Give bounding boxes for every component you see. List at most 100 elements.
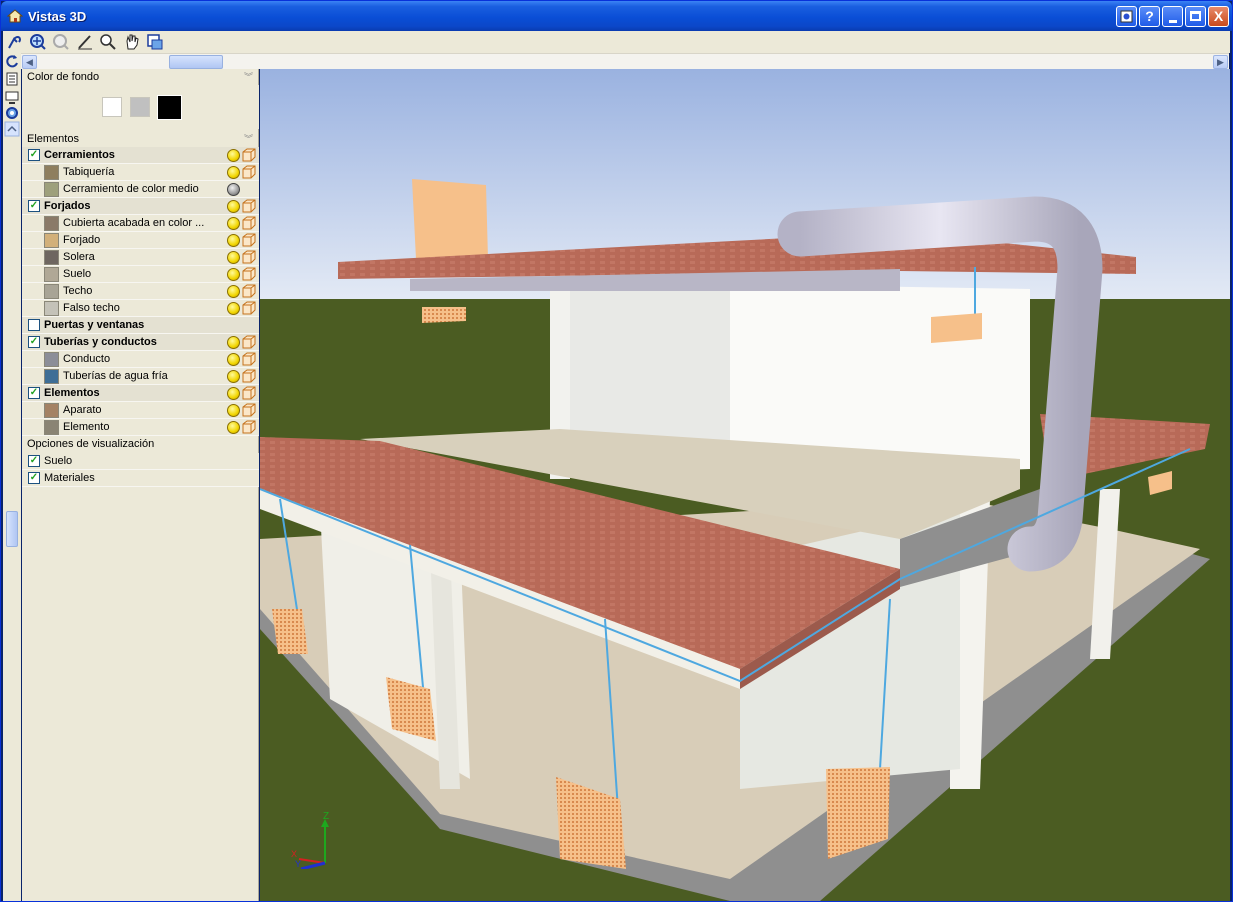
option-row-suelo[interactable]: ✓ Suelo bbox=[22, 453, 259, 470]
checkbox[interactable]: ✓ bbox=[28, 200, 40, 212]
visibility-bulb-icon[interactable] bbox=[227, 302, 240, 315]
title-bar[interactable]: Vistas 3D ? X bbox=[1, 1, 1232, 31]
background-color-header[interactable]: Color de fondo ︾ bbox=[22, 69, 259, 85]
swatch-white[interactable] bbox=[102, 97, 122, 117]
horizontal-scroll-thumb[interactable] bbox=[169, 55, 223, 69]
transparency-cube-icon[interactable] bbox=[242, 301, 256, 315]
element-row[interactable]: Elemento bbox=[22, 419, 259, 436]
settings-gear-icon[interactable] bbox=[4, 105, 20, 121]
element-row[interactable]: Tuberías de agua fría bbox=[22, 368, 259, 385]
transparency-cube-icon[interactable] bbox=[242, 199, 256, 213]
transparency-cube-icon[interactable] bbox=[242, 267, 256, 281]
horizontal-scrollbar[interactable]: ◀ ▶ bbox=[21, 53, 1229, 69]
visibility-bulb-icon[interactable] bbox=[227, 166, 240, 179]
group-row[interactable]: ✓ Cerramientos bbox=[22, 147, 259, 164]
element-row[interactable]: Tabiquería bbox=[22, 164, 259, 181]
group-row[interactable]: Puertas y ventanas bbox=[22, 317, 259, 334]
transparency-cube-icon[interactable] bbox=[242, 352, 256, 366]
color-swatch[interactable] bbox=[44, 403, 59, 418]
element-row[interactable]: Cubierta acabada en color ... bbox=[22, 215, 259, 232]
color-swatch[interactable] bbox=[44, 301, 59, 316]
minimize-button[interactable] bbox=[1162, 6, 1183, 27]
help-book-button[interactable] bbox=[1116, 6, 1137, 27]
element-row[interactable]: Falso techo bbox=[22, 300, 259, 317]
transparency-cube-icon[interactable] bbox=[242, 420, 256, 434]
color-swatch[interactable] bbox=[44, 369, 59, 384]
visibility-bulb-icon[interactable] bbox=[227, 183, 240, 196]
visibility-bulb-icon[interactable] bbox=[227, 336, 240, 349]
group-row[interactable]: ✓ Elementos bbox=[22, 385, 259, 402]
group-row[interactable]: ✓ Forjados bbox=[22, 198, 259, 215]
color-swatch[interactable] bbox=[44, 352, 59, 367]
checkbox[interactable]: ✓ bbox=[28, 472, 40, 484]
color-swatch[interactable] bbox=[44, 216, 59, 231]
elements-header[interactable]: Elementos ︾ bbox=[22, 131, 259, 147]
visibility-bulb-icon[interactable] bbox=[227, 421, 240, 434]
visibility-bulb-icon[interactable] bbox=[227, 200, 240, 213]
color-swatch[interactable] bbox=[44, 250, 59, 265]
checkbox[interactable]: ✓ bbox=[28, 149, 40, 161]
visibility-bulb-icon[interactable] bbox=[227, 268, 240, 281]
transparency-cube-icon[interactable] bbox=[242, 233, 256, 247]
collapse-chevron-icon[interactable]: ︾ bbox=[244, 69, 253, 85]
checkbox[interactable]: ✓ bbox=[28, 455, 40, 467]
option-row-materiales[interactable]: ✓ Materiales bbox=[22, 470, 259, 487]
checkbox[interactable] bbox=[28, 319, 40, 331]
transparency-cube-icon[interactable] bbox=[242, 386, 256, 400]
checkbox[interactable]: ✓ bbox=[28, 336, 40, 348]
checkbox[interactable]: ✓ bbox=[28, 387, 40, 399]
color-swatch[interactable] bbox=[44, 420, 59, 435]
views-icon[interactable] bbox=[146, 33, 164, 51]
element-row[interactable]: Cerramiento de color medio bbox=[22, 181, 259, 198]
element-row[interactable]: Conducto bbox=[22, 351, 259, 368]
color-swatch[interactable] bbox=[44, 165, 59, 180]
transparency-cube-icon[interactable] bbox=[242, 250, 256, 264]
visibility-bulb-icon[interactable] bbox=[227, 387, 240, 400]
transparency-cube-icon[interactable] bbox=[242, 284, 256, 298]
element-row[interactable]: Aparato bbox=[22, 402, 259, 419]
element-row[interactable]: Suelo bbox=[22, 266, 259, 283]
help-button[interactable]: ? bbox=[1139, 6, 1160, 27]
visibility-bulb-icon[interactable] bbox=[227, 234, 240, 247]
scroll-left-icon[interactable]: ◀ bbox=[22, 55, 37, 69]
edit-icon[interactable] bbox=[76, 33, 94, 51]
transparency-cube-icon[interactable] bbox=[242, 369, 256, 383]
maximize-button[interactable] bbox=[1185, 6, 1206, 27]
transparency-cube-icon[interactable] bbox=[242, 148, 256, 162]
close-button[interactable]: X bbox=[1208, 6, 1229, 27]
group-row[interactable]: ✓ Tuberías y conductos bbox=[22, 334, 259, 351]
element-row[interactable]: Forjado bbox=[22, 232, 259, 249]
transparency-cube-icon[interactable] bbox=[242, 403, 256, 417]
color-swatch[interactable] bbox=[44, 182, 59, 197]
visibility-bulb-icon[interactable] bbox=[227, 353, 240, 366]
collapse-chevron-icon[interactable]: ︾ bbox=[244, 131, 253, 147]
color-swatch[interactable] bbox=[44, 267, 59, 282]
vertical-scroll-thumb[interactable] bbox=[6, 511, 18, 547]
visibility-bulb-icon[interactable] bbox=[227, 370, 240, 383]
visibility-bulb-icon[interactable] bbox=[227, 217, 240, 230]
3d-scene[interactable] bbox=[260, 69, 1230, 901]
transparency-cube-icon[interactable] bbox=[242, 216, 256, 230]
swatch-gray[interactable] bbox=[130, 97, 150, 117]
zoom-icon[interactable] bbox=[99, 33, 117, 51]
transparency-cube-icon[interactable] bbox=[242, 335, 256, 349]
pan-hand-icon[interactable] bbox=[123, 33, 141, 51]
color-swatch[interactable] bbox=[44, 284, 59, 299]
zoom-window-icon[interactable] bbox=[29, 33, 47, 51]
element-row[interactable]: Solera bbox=[22, 249, 259, 266]
scroll-right-icon[interactable]: ▶ bbox=[1213, 55, 1228, 69]
zoom-extents-icon[interactable] bbox=[52, 33, 70, 51]
3d-viewport[interactable]: Z X Y bbox=[260, 69, 1230, 901]
swatch-black[interactable] bbox=[157, 95, 182, 120]
page-icon[interactable] bbox=[4, 71, 20, 87]
visibility-bulb-icon[interactable] bbox=[227, 285, 240, 298]
color-swatch[interactable] bbox=[44, 233, 59, 248]
element-row[interactable]: Techo bbox=[22, 283, 259, 300]
layer-icon[interactable] bbox=[4, 89, 20, 105]
orbit-icon[interactable] bbox=[6, 33, 24, 51]
collapse-panel-icon[interactable] bbox=[4, 121, 20, 137]
visibility-bulb-icon[interactable] bbox=[227, 149, 240, 162]
rotate-icon[interactable] bbox=[4, 53, 20, 69]
visibility-bulb-icon[interactable] bbox=[227, 251, 240, 264]
transparency-cube-icon[interactable] bbox=[242, 165, 256, 179]
